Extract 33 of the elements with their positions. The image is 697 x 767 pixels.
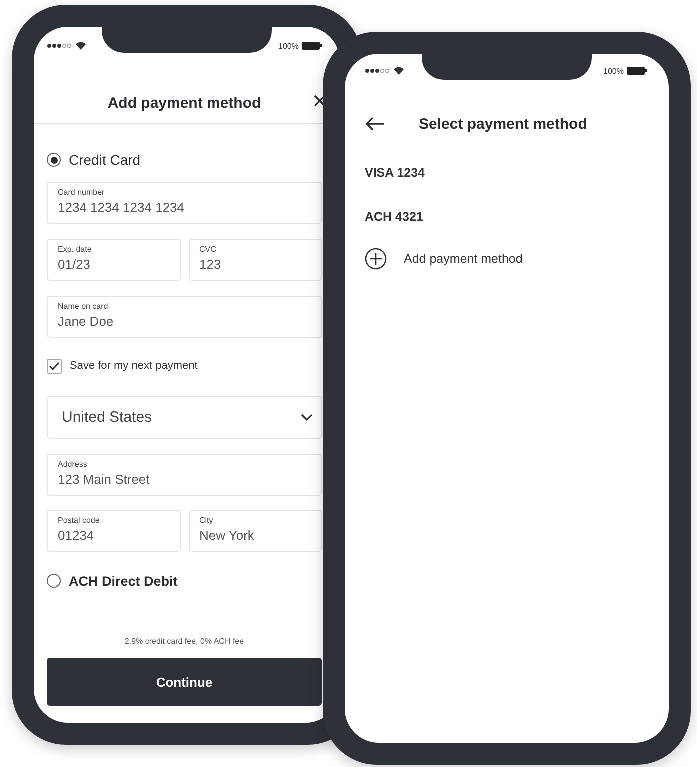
plus-circle-icon xyxy=(365,248,387,270)
back-arrow-icon[interactable] xyxy=(365,117,385,131)
option-label: ACH Direct Debit xyxy=(69,574,178,588)
text-field[interactable]: Name on card Jane Doe xyxy=(47,296,322,338)
text-field[interactable]: Card number 1234 1234 1234 1234 xyxy=(47,182,322,224)
continue-button[interactable]: Continue xyxy=(47,658,322,706)
battery-percentage: 100% xyxy=(278,42,299,50)
radio-button[interactable] xyxy=(47,153,61,167)
battery-icon xyxy=(302,42,322,50)
battery-percentage: 100% xyxy=(604,66,624,76)
country-dropdown[interactable]: United States xyxy=(47,396,322,439)
text-field[interactable]: Exp. date 01/23 xyxy=(47,239,180,281)
checkbox[interactable] xyxy=(47,358,62,374)
option-label: Credit Card xyxy=(69,152,141,168)
checkbox-label: Save for my next payment xyxy=(70,360,198,372)
fee-note: 2.9% credit card fee, 0% ACH fee xyxy=(124,637,246,646)
screen-title: Select payment method xyxy=(419,116,588,132)
text-field[interactable]: Address 123 Main Street xyxy=(47,454,322,496)
payment-method-item[interactable]: ACH 4321 xyxy=(365,204,647,230)
screen-title: Add payment method xyxy=(108,94,262,112)
close-icon[interactable] xyxy=(314,95,326,107)
add-payment-method-link[interactable]: Add payment method xyxy=(365,248,647,270)
wifi-icon xyxy=(76,42,86,50)
battery-icon xyxy=(627,67,647,75)
payment-method-item[interactable]: VISA 1234 xyxy=(365,160,647,186)
text-field[interactable]: CVC 123 xyxy=(188,239,322,281)
text-field[interactable]: City New York xyxy=(188,510,322,552)
radio-button[interactable] xyxy=(47,574,61,588)
signal-icon xyxy=(47,42,73,50)
text-field[interactable]: Postal code 01234 xyxy=(47,510,180,552)
signal-icon xyxy=(365,67,391,75)
chevron-down-icon xyxy=(301,414,313,421)
wifi-icon xyxy=(394,67,404,75)
